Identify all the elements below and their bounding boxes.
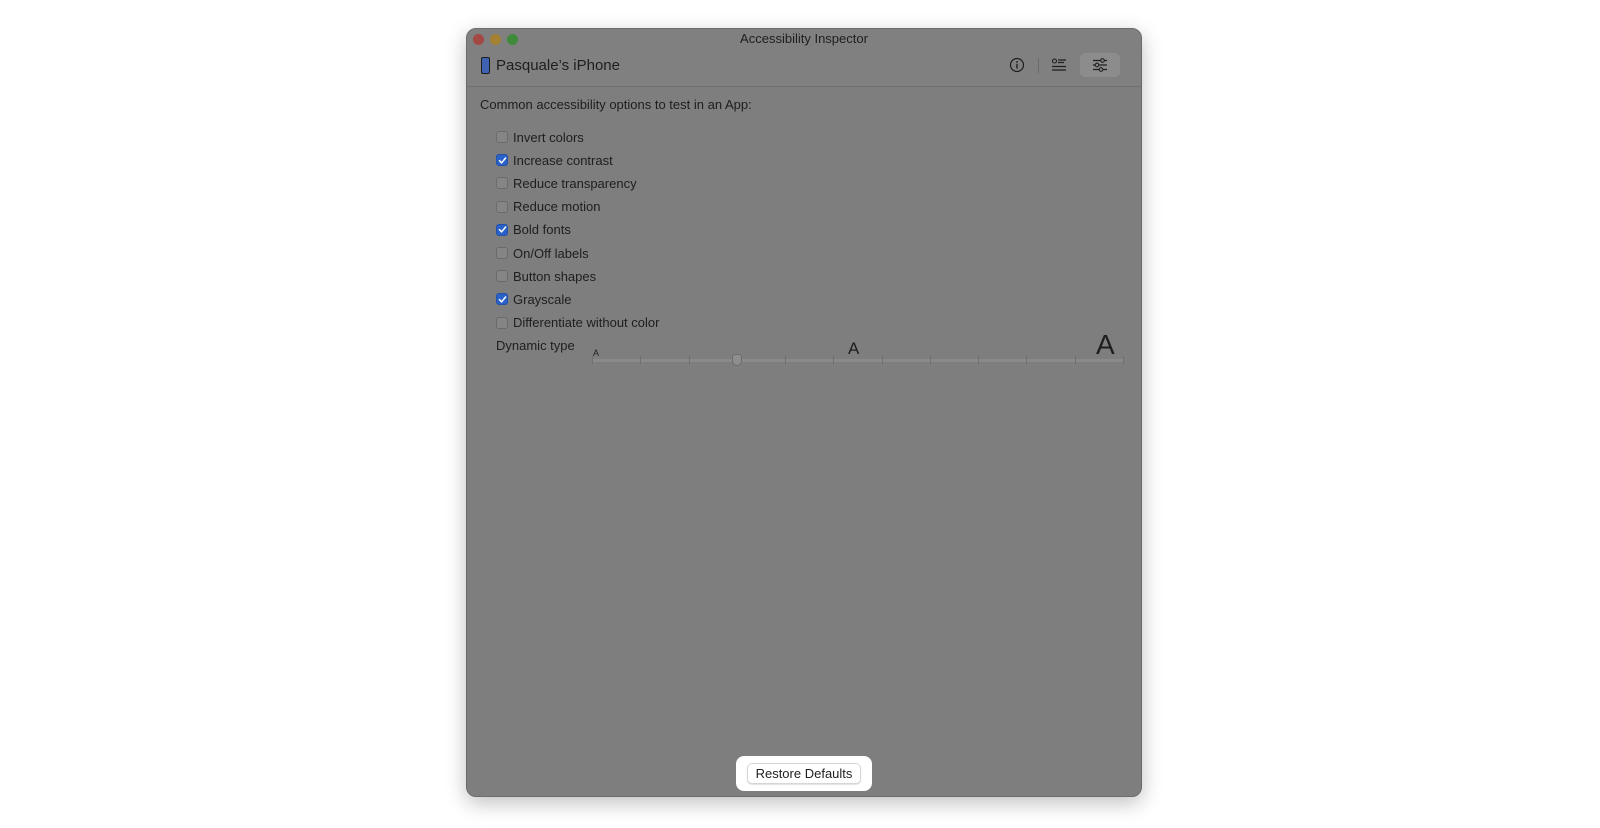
option-label: Increase contrast [513,152,613,168]
option-label: Bold fonts [513,222,571,238]
large-text-glyph: A [1096,329,1115,360]
small-text-glyph: A [593,348,600,358]
checkbox-checked[interactable] [496,293,508,306]
slider-tick [978,356,980,364]
slider-tick [881,356,883,364]
dynamic-type-label: Dynamic type [496,338,575,353]
slider-tick [785,356,787,364]
restore-defaults-button[interactable]: Restore Defaults [746,763,862,784]
checkmark-icon [498,296,506,303]
option-label: Button shapes [513,268,597,284]
checkbox-unchecked[interactable] [496,247,508,259]
option-row[interactable]: Reduce transparency [496,175,637,191]
audit-button[interactable] [1039,53,1079,77]
audit-list-icon [1051,58,1066,71]
slider-thumb[interactable] [731,354,742,366]
dynamic-type-slider[interactable]: A A A [592,327,1124,367]
checkbox-unchecked[interactable] [496,316,508,329]
slider-tick [833,356,835,364]
slider-tick [1123,356,1124,364]
accessibility-inspector-window: Accessibility Inspector Pasquale’s iPhon… [466,28,1142,797]
window-title: Accessibility Inspector [740,31,868,46]
option-label: Reduce transparency [513,175,637,191]
slider-track[interactable] [592,359,1124,362]
option-row[interactable]: Increase contrast [496,152,613,168]
settings-button[interactable] [1080,53,1120,77]
restore-defaults-highlight: Restore Defaults [736,756,872,791]
option-label: Invert colors [513,129,584,145]
option-row[interactable]: Invert colors [496,129,584,145]
option-label: Reduce motion [513,199,601,215]
checkbox-unchecked[interactable] [496,200,508,213]
checkbox-unchecked[interactable] [496,270,508,283]
intro-text: Common accessibility options to test in … [480,97,752,112]
option-label: On/Off labels [513,245,589,261]
option-row[interactable]: Grayscale [496,291,572,307]
slider-tick [592,356,593,364]
slider-tick [929,356,931,364]
slider-tick [688,356,690,364]
checkbox-unchecked[interactable] [496,177,508,190]
option-row[interactable]: Button shapes [496,268,596,284]
option-label: Grayscale [513,291,572,307]
checkmark-icon [498,156,506,164]
checkbox-checked[interactable] [496,154,508,167]
slider-tick [1026,356,1028,364]
slider-tick [640,356,642,364]
device-selector[interactable]: Pasquale’s iPhone [481,57,620,74]
settings-sliders-icon [1093,58,1107,72]
medium-text-glyph: A [848,339,860,358]
title-bar: Accessibility Inspector Pasquale’s iPhon… [467,29,1141,87]
option-row[interactable]: Reduce motion [496,199,600,215]
option-row[interactable]: On/Off labels [496,245,589,261]
checkmark-icon [498,226,506,233]
inspection-icon [1009,57,1025,73]
checkbox-unchecked[interactable] [496,131,508,143]
device-name: Pasquale’s iPhone [496,57,620,74]
option-row[interactable]: Bold fonts [496,222,571,238]
iphone-icon [481,57,490,74]
checkbox-checked[interactable] [496,223,508,236]
inspection-button[interactable] [997,53,1037,77]
slider-tick [1074,356,1076,364]
